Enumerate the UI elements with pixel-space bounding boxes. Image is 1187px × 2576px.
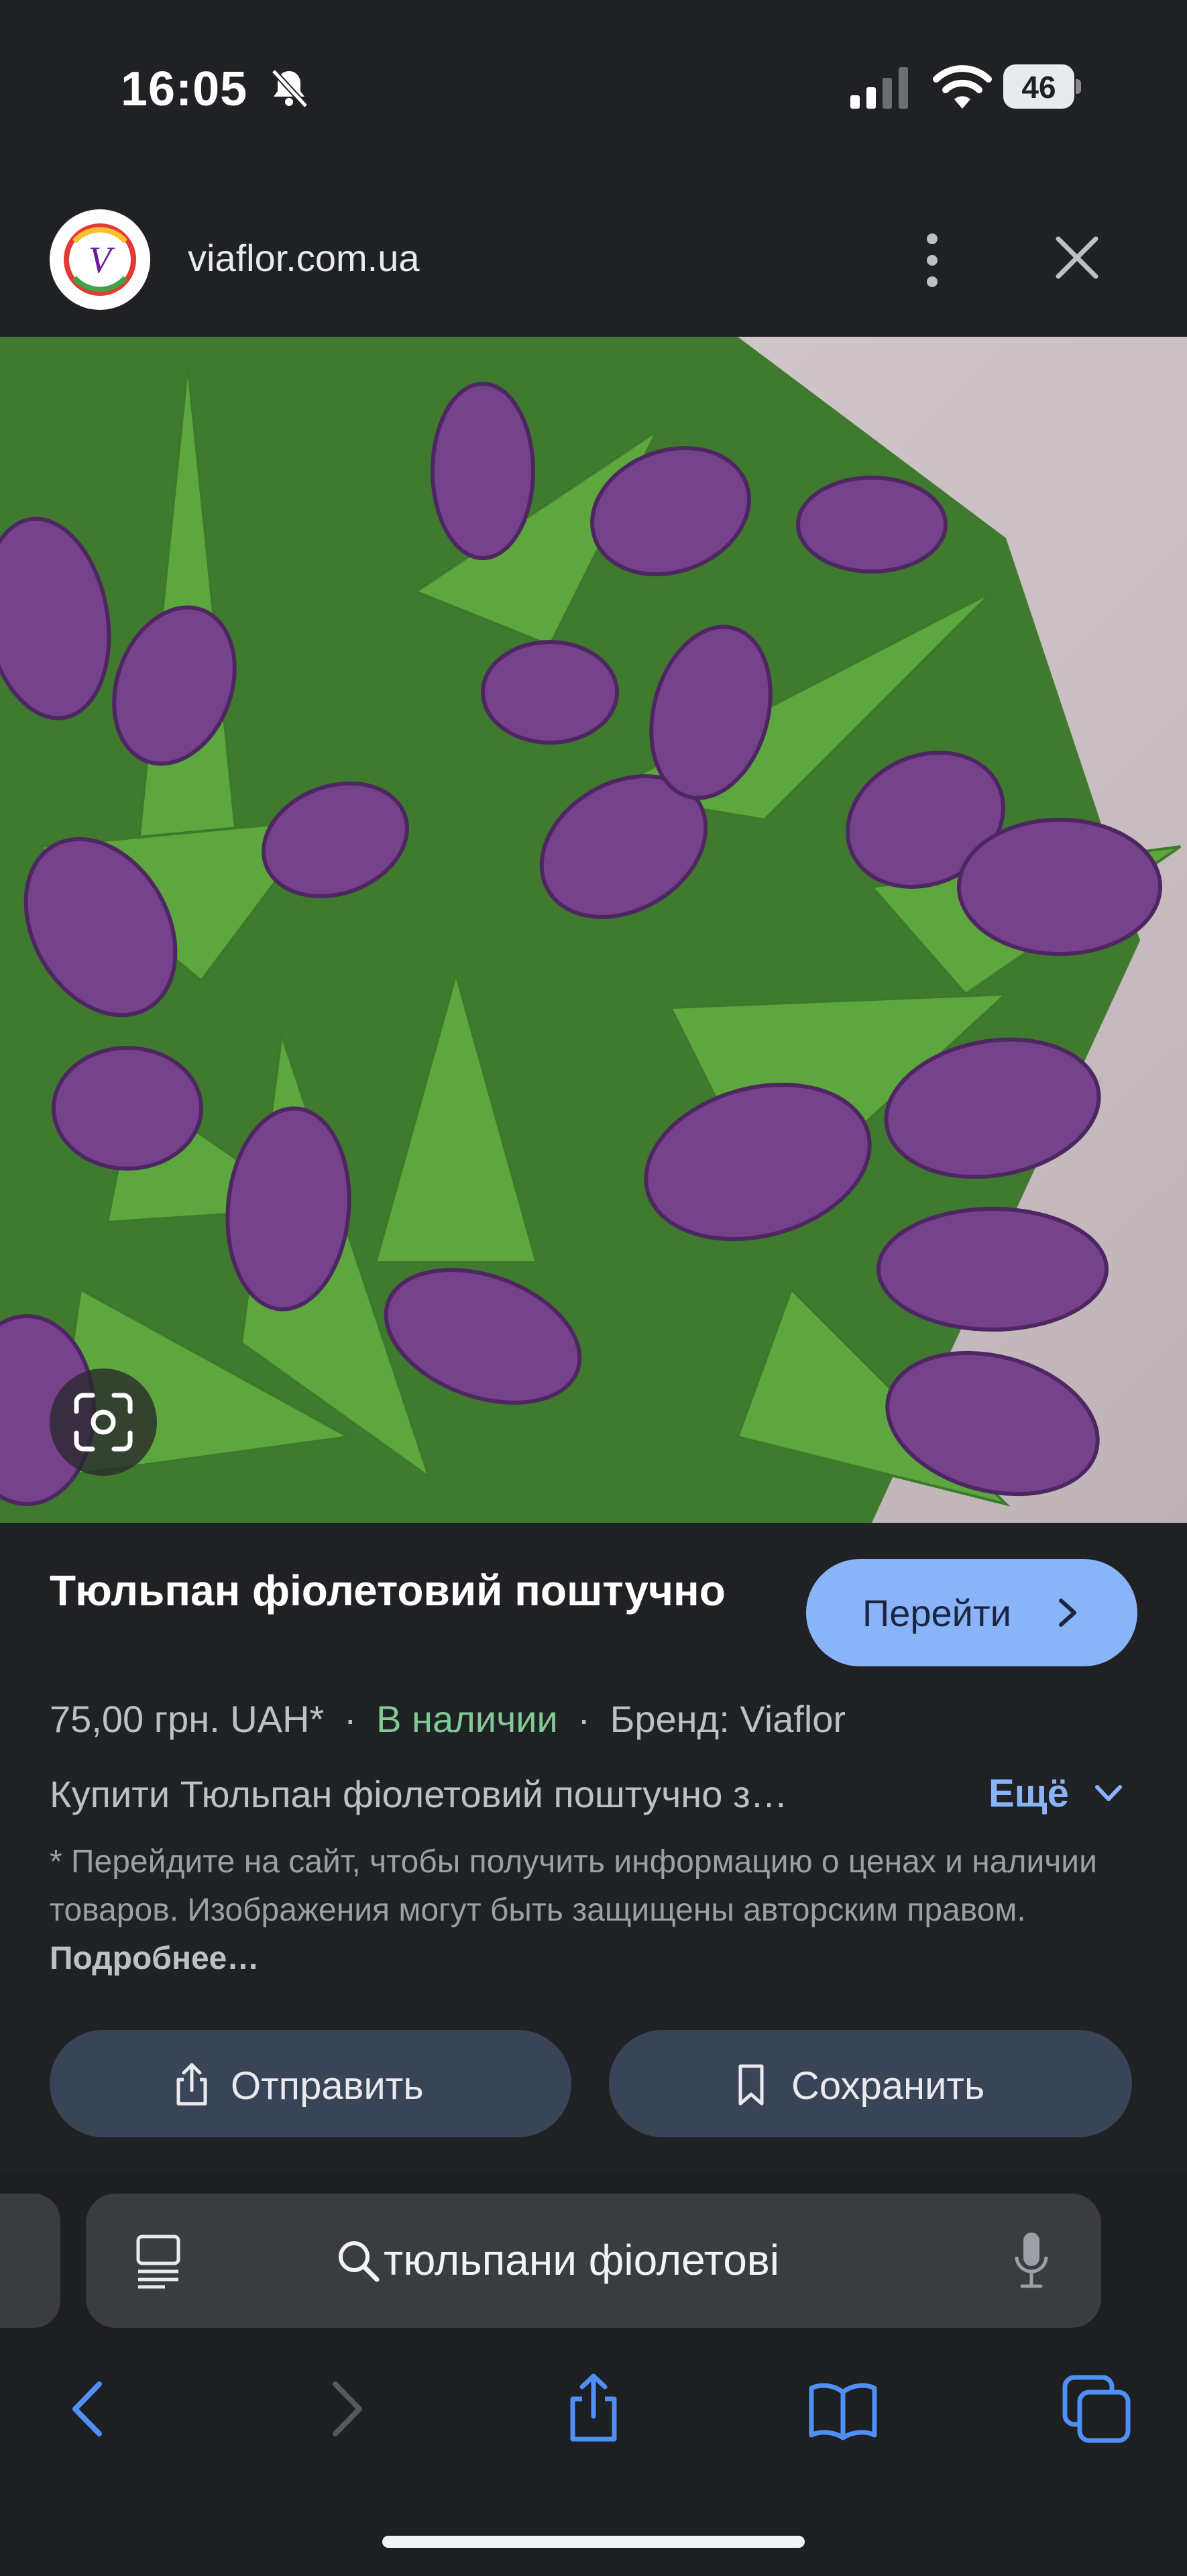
product-image[interactable] [0,337,1187,1523]
bookmarks-icon[interactable] [806,2372,880,2446]
share-label: Отправить [231,2064,424,2108]
share-icon [176,2063,207,2106]
forward-icon[interactable] [308,2372,382,2446]
site-favicon[interactable]: V [50,209,150,310]
more-link[interactable]: Ещё [988,1768,1149,1817]
product-brand: Бренд: Viaflor [610,1698,846,1740]
cellular-signal-icon [850,67,908,109]
disclaimer-text: * Перейдите на сайт, чтобы получить инфо… [50,1844,1097,1928]
more-vertical-icon[interactable] [912,227,952,294]
product-availability: В наличии [376,1698,558,1740]
lens-icon[interactable] [50,1368,157,1476]
meta-separator: · [577,1698,591,1740]
save-button[interactable]: Сохранить [609,2030,1132,2137]
share-button[interactable]: Отправить [50,2030,571,2137]
tulips-illustration [0,337,1187,1523]
toolbar-share-icon[interactable] [557,2372,630,2446]
product-description: Купити Тюльпан фіолетовий поштучно з… [50,1773,788,1815]
product-meta: 75,00 грн. UAH* · В наличии · Бренд: Via… [50,1697,846,1741]
save-label: Сохранить [791,2064,985,2108]
bookmark-icon [738,2064,764,2106]
site-domain[interactable]: viaflor.com.ua [188,236,420,280]
learn-more-link[interactable]: Подробнее… [50,1941,259,1976]
bell-slash-icon [271,68,308,109]
visit-button[interactable]: Перейти [806,1559,1137,1666]
battery-icon: 46 [1003,64,1082,109]
chevron-down-icon [1095,1785,1122,1801]
address-bar[interactable]: тюльпани фіолетові [86,2194,1101,2328]
home-indicator [382,2536,805,2548]
back-icon[interactable] [52,2372,126,2446]
visit-label: Перейти [862,1592,1011,1634]
battery-level: 46 [1021,70,1056,105]
close-icon[interactable] [1053,233,1101,282]
reader-icon[interactable] [133,2233,184,2289]
favicon-letter: V [89,239,115,281]
chevron-right-icon [1059,1599,1076,1627]
previous-tab-preview[interactable] [0,2194,60,2328]
tabs-icon[interactable] [1060,2372,1133,2446]
search-icon [339,2241,380,2282]
microphone-icon[interactable] [1011,2230,1052,2292]
meta-separator: · [343,1698,357,1740]
disclaimer: * Перейдите на сайт, чтобы получить инфо… [50,1838,1136,1983]
wifi-icon [933,65,992,109]
status-time: 16:05 [121,62,248,116]
product-price: 75,00 грн. UAH* [50,1698,325,1740]
search-query[interactable]: тюльпани фіолетові [384,2235,779,2285]
product-title: Тюльпан фіолетовий поштучно [50,1566,726,1615]
more-link-label: Ещё [988,1772,1069,1815]
